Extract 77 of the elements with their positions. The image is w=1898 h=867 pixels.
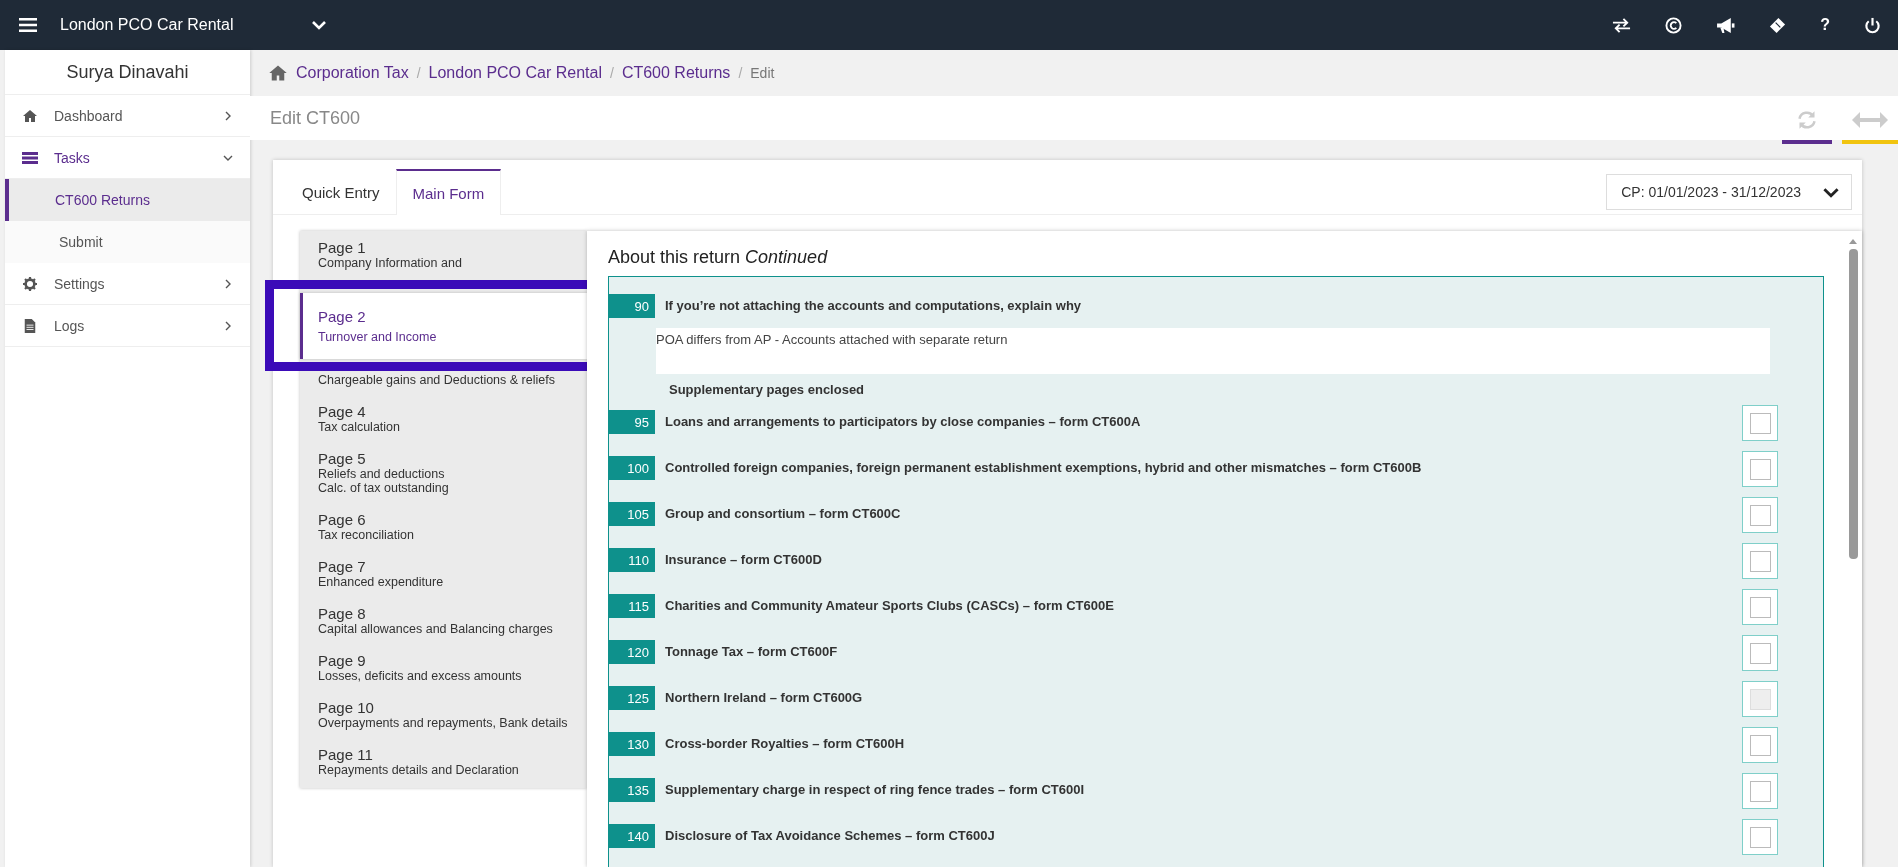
gear-icon bbox=[22, 276, 38, 291]
field-label: Disclosure of Tax Avoidance Schemes – form CT600J bbox=[665, 827, 996, 843]
box-number: 140 bbox=[609, 824, 655, 848]
box-number: 110 bbox=[609, 548, 655, 572]
field-label: Supplementary charge in respect of ring fence trades – form CT600I bbox=[665, 781, 1085, 797]
period-dropdown[interactable]: CP: 01/01/2023 - 31/12/2023 bbox=[1606, 174, 1852, 210]
company-name: London PCO Car Rental bbox=[60, 16, 235, 34]
page-title: Edit CT600 bbox=[270, 107, 361, 129]
checkbox[interactable] bbox=[1742, 405, 1778, 441]
tab[interactable]: Main Form bbox=[395, 169, 502, 215]
sidebar-subitem[interactable]: CT600 Returns bbox=[5, 179, 250, 221]
box-number: 100 bbox=[609, 456, 655, 480]
page-item[interactable]: Page 10 Overpayments and repayments, Bank details bbox=[300, 691, 587, 738]
field-label: Insurance – form CT600D bbox=[665, 551, 823, 567]
breadcrumb-link[interactable]: Corporation Tax bbox=[296, 64, 409, 82]
tasks-icon bbox=[22, 150, 38, 165]
field-label: Controlled foreign companies, foreign permanent establishment exemptions, hybrid and other mismatches – form CT600B bbox=[665, 459, 1423, 475]
document-icon bbox=[22, 318, 38, 333]
breadcrumb-link[interactable]: CT600 Returns bbox=[621, 64, 731, 82]
page-item[interactable]: Page 5 Reliefs and deductions Calc. of tax outstanding bbox=[300, 442, 587, 503]
sidebar-item[interactable]: Settings bbox=[5, 263, 250, 305]
page-item[interactable]: Page 11 Repayments details and Declaration bbox=[300, 738, 587, 785]
menu-icon[interactable] bbox=[19, 18, 37, 32]
sidebar-subitem[interactable]: Submit bbox=[5, 221, 250, 263]
checkbox[interactable] bbox=[1742, 727, 1778, 763]
page-item[interactable]: Page 2 Turnover and Income bbox=[300, 293, 587, 359]
checkbox[interactable] bbox=[1742, 773, 1778, 809]
page-item[interactable]: Chargeable gains and Deductions & reliefs bbox=[300, 371, 587, 395]
page-item[interactable]: Page 4 Tax calculation bbox=[300, 395, 587, 442]
tab[interactable]: Quick Entry bbox=[286, 169, 396, 214]
field-label: Group and consortium – form CT600C bbox=[665, 505, 902, 521]
scroll-up-icon[interactable] bbox=[1848, 237, 1858, 245]
breadcrumb-current: Edit bbox=[750, 65, 775, 81]
help-button[interactable]: ? bbox=[1820, 16, 1830, 34]
swap-arrows-icon[interactable] bbox=[1612, 16, 1632, 34]
field-label: Charities and Community Amateur Sports Clubs (CASCs) – form CT600E bbox=[665, 597, 1115, 613]
box-number: 125 bbox=[609, 686, 655, 710]
page-item[interactable]: Page 8 Capital allowances and Balancing charges bbox=[300, 597, 587, 644]
page-item[interactable]: Page 1 Company Information and bbox=[300, 231, 587, 278]
megaphone-icon[interactable] bbox=[1716, 16, 1736, 34]
chevron-down-icon bbox=[1823, 186, 1839, 198]
checkbox[interactable] bbox=[1742, 589, 1778, 625]
field-label: Cross-border Royalties – form CT600H bbox=[665, 735, 906, 751]
checkbox[interactable] bbox=[1742, 497, 1778, 533]
breadcrumb-separator: / bbox=[610, 65, 614, 81]
field-label: Northern Ireland – form CT600G bbox=[665, 689, 864, 705]
box-number: 120 bbox=[609, 640, 655, 664]
ticket-icon[interactable] bbox=[1768, 16, 1788, 34]
box-number: 95 bbox=[609, 410, 655, 434]
breadcrumb-separator: / bbox=[738, 65, 743, 81]
checkbox[interactable] bbox=[1742, 543, 1778, 579]
checkbox[interactable] bbox=[1742, 635, 1778, 671]
box-number: 115 bbox=[609, 594, 655, 618]
checkbox[interactable] bbox=[1742, 819, 1778, 855]
currency-icon[interactable] bbox=[1664, 16, 1684, 34]
box-number: 130 bbox=[609, 732, 655, 756]
box-number: 135 bbox=[609, 778, 655, 802]
breadcrumb-link[interactable]: London PCO Car Rental bbox=[428, 64, 602, 82]
home-icon bbox=[22, 108, 38, 123]
chevron-down-icon[interactable] bbox=[312, 20, 326, 30]
field-label: Tonnage Tax – form CT600F bbox=[665, 643, 839, 659]
user-name: Surya Dinavahi bbox=[5, 50, 250, 95]
field-label: Loans and arrangements to participators by close companies – form CT600A bbox=[665, 413, 1142, 429]
group-heading: Supplementary pages enclosed bbox=[669, 382, 866, 397]
power-icon[interactable] bbox=[1863, 16, 1882, 34]
home-icon[interactable] bbox=[268, 64, 288, 82]
box-number: 105 bbox=[609, 502, 655, 526]
text-field[interactable]: POA differs from AP - Accounts attached with separate return bbox=[656, 328, 1770, 374]
page-item[interactable]: Page 6 Tax reconciliation bbox=[300, 503, 587, 550]
box-number: 90 bbox=[609, 294, 655, 318]
page-item[interactable]: Page 7 Enhanced expenditure bbox=[300, 550, 587, 597]
page-item[interactable]: Page 9 Losses, deficits and excess amounts bbox=[300, 644, 587, 691]
checkbox[interactable] bbox=[1742, 451, 1778, 487]
field-label: If you’re not attaching the accounts and computations, explain why bbox=[665, 297, 1083, 313]
breadcrumb-separator: / bbox=[416, 65, 421, 81]
sidebar-item[interactable]: Logs bbox=[5, 305, 250, 347]
section-title: About this return Continued bbox=[608, 247, 829, 268]
